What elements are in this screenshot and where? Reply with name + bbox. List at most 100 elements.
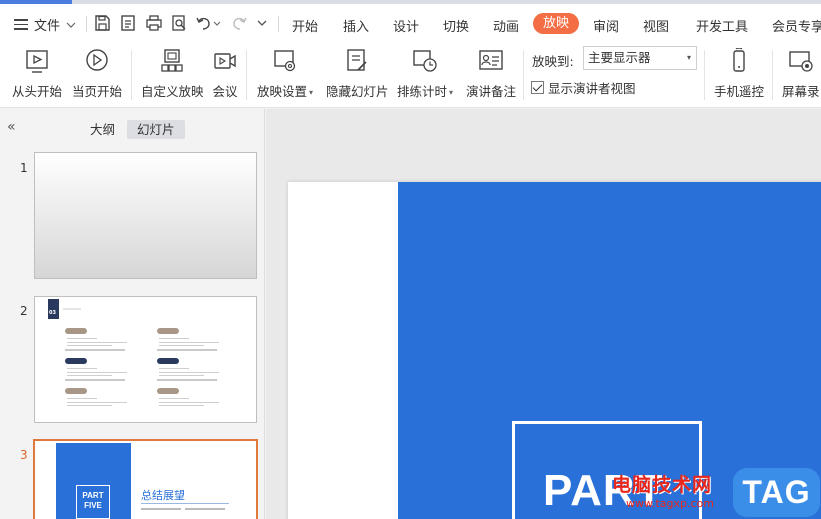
chevron-down-icon: ▾ — [686, 53, 691, 62]
presenter-view-label: 显示演讲者视图 — [548, 81, 636, 96]
redo-icon[interactable] — [230, 14, 248, 32]
print-preview-icon[interactable] — [170, 14, 188, 32]
text-line — [159, 405, 204, 406]
hide-slide-button[interactable]: 隐藏幻灯片 — [326, 48, 389, 100]
slide-number: 3 — [20, 448, 28, 462]
divider — [278, 16, 279, 32]
customize-toolbar-icon[interactable] — [256, 14, 268, 32]
tab-outline[interactable]: 大纲 — [80, 120, 125, 139]
text-line — [159, 368, 189, 369]
divider — [65, 379, 125, 381]
dropdown-caret-icon: ▾ — [449, 88, 454, 97]
slide-thumbnail-2[interactable]: 03 — [34, 296, 257, 423]
text-line — [67, 338, 97, 339]
slide-number-badge: 03 — [48, 299, 59, 319]
show-settings-label: 放映设置 ▾ — [257, 84, 314, 99]
ribbon-divider — [523, 50, 524, 100]
export-icon[interactable] — [119, 14, 137, 32]
undo-dropdown-icon[interactable] — [212, 14, 222, 32]
text-line — [67, 405, 112, 406]
tab-home[interactable]: 开始 — [292, 16, 318, 35]
file-menu-label: 文件 — [34, 19, 61, 34]
phone-remote-button[interactable]: 手机遥控 — [714, 48, 764, 100]
text-line — [67, 402, 127, 403]
divider — [141, 503, 229, 504]
keyword-tag — [65, 328, 87, 334]
meeting-button[interactable]: 会议 — [212, 48, 238, 100]
text-line — [67, 342, 127, 343]
menu-bar: 文件 开始 插入 设计 切换 动画 放映 审阅 视图 开发工具 会员专享 — [0, 4, 821, 42]
tab-transitions[interactable]: 切换 — [443, 16, 469, 35]
tab-slideshow[interactable]: 放映 — [533, 13, 580, 34]
watermark-url: www.tagxp.com — [626, 497, 714, 510]
part-frame: PART FIVE — [76, 485, 110, 519]
keyword-tag — [65, 358, 87, 364]
keyword-tag — [65, 388, 87, 394]
from-start-label: 从头开始 — [12, 84, 63, 99]
ribbon-divider — [772, 50, 773, 100]
text-line — [67, 345, 112, 346]
slide-blue-panel: PART FIVE — [56, 443, 131, 519]
text-line — [159, 338, 189, 339]
tab-animations[interactable]: 动画 — [493, 16, 519, 35]
divider — [86, 16, 87, 32]
screen-record-icon — [789, 51, 813, 72]
divider — [157, 379, 217, 381]
save-icon[interactable] — [93, 14, 111, 32]
play-circle-icon — [86, 49, 108, 71]
phone-remote-label: 手机遥控 — [714, 84, 765, 99]
text-line — [67, 375, 112, 376]
timer-icon — [413, 50, 437, 72]
dropdown-caret-icon: ▾ — [309, 88, 314, 97]
speaker-notes-button[interactable]: 演讲备注 — [466, 48, 516, 100]
text-line — [159, 372, 219, 373]
custom-show-icon — [161, 49, 183, 72]
text-line — [159, 398, 189, 399]
text-line — [159, 345, 204, 346]
slide-heading-placeholder — [63, 308, 81, 310]
divider — [157, 349, 217, 351]
ribbon-divider — [131, 50, 132, 100]
tab-view[interactable]: 视图 — [643, 16, 669, 35]
undo-icon[interactable] — [195, 14, 213, 32]
ribbon-divider — [704, 50, 705, 100]
slide-number: 2 — [20, 304, 28, 318]
collapse-panel-icon[interactable]: « — [7, 119, 16, 135]
text-line — [67, 398, 97, 399]
speaker-notes-icon — [479, 50, 503, 70]
print-icon[interactable] — [145, 14, 163, 32]
tab-slides[interactable]: 幻灯片 — [127, 120, 185, 139]
chevron-down-icon — [66, 22, 76, 28]
slide-thumbnail-1[interactable] — [34, 152, 257, 279]
presenter-view-checkbox[interactable]: 显示演讲者视图 — [531, 78, 636, 97]
tab-member[interactable]: 会员专享 — [772, 16, 821, 35]
from-current-button[interactable]: 当页开始 — [72, 48, 122, 100]
slides-panel: « 大纲 幻灯片 1 2 03 3 PART FIVE 总结展望 — [0, 109, 265, 519]
watermark-site-name: 电脑技术网 — [612, 474, 713, 496]
display-select[interactable]: 主要显示器 ▾ — [583, 46, 697, 70]
text-line — [141, 508, 181, 510]
from-start-button[interactable]: 从头开始 — [12, 48, 62, 100]
ribbon-divider — [246, 50, 247, 100]
keyword-tag — [157, 358, 179, 364]
file-menu[interactable]: 文件 — [14, 15, 76, 34]
meeting-label: 会议 — [212, 84, 238, 99]
tab-developer[interactable]: 开发工具 — [696, 16, 748, 35]
tab-review[interactable]: 审阅 — [593, 16, 619, 35]
custom-show-label: 自定义放映 — [141, 84, 204, 99]
play-from-start-icon — [26, 50, 48, 73]
slideshow-settings-icon — [274, 50, 296, 72]
screen-record-button[interactable]: 屏幕录 — [782, 48, 820, 100]
show-to-label: 放映到: — [532, 54, 574, 69]
show-settings-button[interactable]: 放映设置 ▾ — [257, 48, 313, 100]
tab-design[interactable]: 设计 — [393, 16, 419, 35]
screen-record-label: 屏幕录 — [782, 84, 820, 99]
slide-editor-canvas[interactable]: PART — [266, 109, 821, 519]
tab-insert[interactable]: 插入 — [343, 16, 369, 35]
slide-thumbnail-3[interactable]: PART FIVE 总结展望 — [33, 439, 258, 519]
rehearse-timing-button[interactable]: 排练计时 ▾ — [397, 48, 453, 100]
speaker-notes-label: 演讲备注 — [466, 84, 517, 99]
slide-title: 总结展望 — [141, 489, 185, 502]
custom-show-button[interactable]: 自定义放映 — [141, 48, 204, 100]
divider — [65, 349, 125, 351]
